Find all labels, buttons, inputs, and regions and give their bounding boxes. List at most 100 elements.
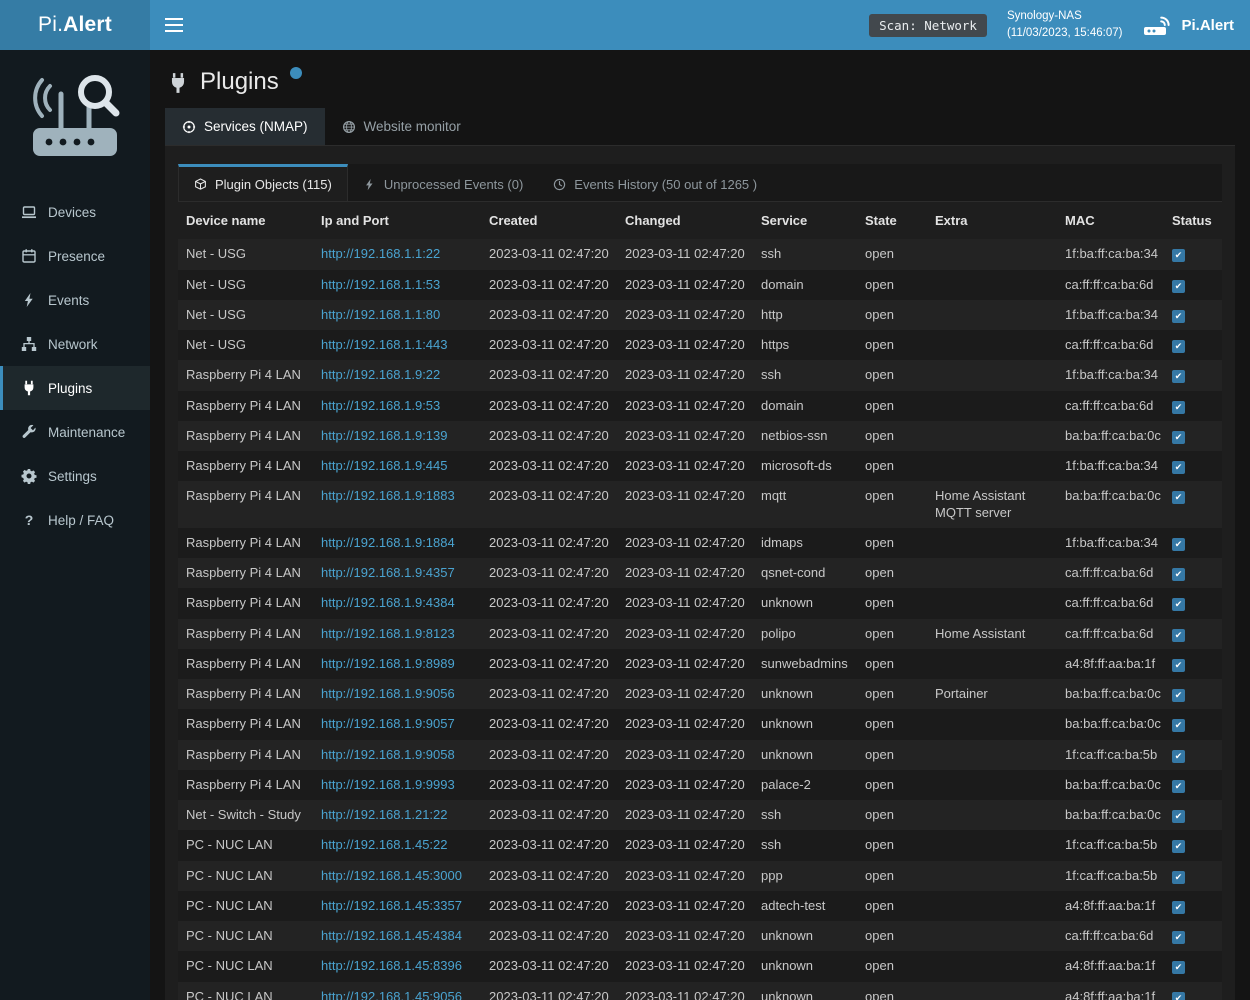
main-tabs: Services (NMAP) Website monitor	[165, 108, 1235, 146]
sidebar-toggle-button[interactable]	[150, 0, 198, 50]
ip-port-link[interactable]: http://192.168.1.9:445	[321, 458, 448, 473]
ip-port-link[interactable]: http://192.168.1.45:3000	[321, 868, 462, 883]
status-checkbox[interactable]: ✔	[1172, 491, 1185, 504]
sidebar-item-plugins[interactable]: Plugins	[0, 366, 150, 410]
cell-ip-port: http://192.168.1.9:22	[313, 360, 481, 390]
sidebar-item-network[interactable]: Network	[0, 322, 150, 366]
cell-device-name: Raspberry Pi 4 LAN	[178, 649, 313, 679]
status-checkbox[interactable]: ✔	[1172, 689, 1185, 702]
app-logo[interactable]: Pi.Alert	[0, 0, 150, 50]
ip-port-link[interactable]: http://192.168.1.9:1884	[321, 535, 455, 550]
sidebar: Devices Presence Events Network Plugins	[0, 50, 150, 1000]
ip-port-link[interactable]: http://192.168.1.9:9056	[321, 686, 455, 701]
ip-port-link[interactable]: http://192.168.1.1:443	[321, 337, 448, 352]
ip-port-link[interactable]: http://192.168.1.45:9056	[321, 989, 462, 1000]
status-checkbox[interactable]: ✔	[1172, 340, 1185, 353]
cell-changed: 2023-03-11 02:47:20	[617, 861, 753, 891]
status-checkbox[interactable]: ✔	[1172, 629, 1185, 642]
ip-port-link[interactable]: http://192.168.1.9:1883	[321, 488, 455, 503]
cell-created: 2023-03-11 02:47:20	[481, 709, 617, 739]
topbar-app-link[interactable]: Pi.Alert	[1142, 13, 1234, 37]
status-checkbox[interactable]: ✔	[1172, 280, 1185, 293]
status-checkbox[interactable]: ✔	[1172, 901, 1185, 914]
sidebar-item-label: Plugins	[48, 381, 92, 396]
status-checkbox[interactable]: ✔	[1172, 810, 1185, 823]
sidebar-item-help-faq[interactable]: ? Help / FAQ	[0, 498, 150, 542]
ip-port-link[interactable]: http://192.168.1.9:139	[321, 428, 448, 443]
network-icon	[20, 336, 38, 352]
ip-port-link[interactable]: http://192.168.1.9:9993	[321, 777, 455, 792]
cell-extra	[927, 649, 1057, 679]
status-checkbox[interactable]: ✔	[1172, 370, 1185, 383]
status-checkbox[interactable]: ✔	[1172, 780, 1185, 793]
status-checkbox[interactable]: ✔	[1172, 598, 1185, 611]
ip-port-link[interactable]: http://192.168.1.45:8396	[321, 958, 462, 973]
status-checkbox[interactable]: ✔	[1172, 249, 1185, 262]
status-checkbox[interactable]: ✔	[1172, 840, 1185, 853]
ip-port-link[interactable]: http://192.168.1.9:4357	[321, 565, 455, 580]
ip-port-link[interactable]: http://192.168.1.9:4384	[321, 595, 455, 610]
tab-services-nmap[interactable]: Services (NMAP)	[165, 108, 325, 145]
ip-port-link[interactable]: http://192.168.1.9:9058	[321, 747, 455, 762]
sidebar-item-maintenance[interactable]: Maintenance	[0, 410, 150, 454]
cell-state: open	[857, 588, 927, 618]
status-checkbox[interactable]: ✔	[1172, 871, 1185, 884]
title-help-badge[interactable]	[290, 67, 302, 79]
ip-port-link[interactable]: http://192.168.1.9:53	[321, 398, 440, 413]
main-area: Plugins Services (NMAP) Website monitor	[150, 0, 1250, 1000]
sidebar-item-settings[interactable]: Settings	[0, 454, 150, 498]
ip-port-link[interactable]: http://192.168.1.9:8989	[321, 656, 455, 671]
sidebar-item-presence[interactable]: Presence	[0, 234, 150, 278]
cell-state: open	[857, 649, 927, 679]
cell-service: adtech-test	[753, 891, 857, 921]
ip-port-link[interactable]: http://192.168.1.21:22	[321, 807, 448, 822]
status-checkbox[interactable]: ✔	[1172, 568, 1185, 581]
status-checkbox[interactable]: ✔	[1172, 401, 1185, 414]
tab-website-monitor[interactable]: Website monitor	[325, 108, 478, 145]
ip-port-link[interactable]: http://192.168.1.1:53	[321, 277, 440, 292]
status-checkbox[interactable]: ✔	[1172, 719, 1185, 732]
cell-created: 2023-03-11 02:47:20	[481, 830, 617, 860]
ip-port-link[interactable]: http://192.168.1.45:3357	[321, 898, 462, 913]
status-checkbox[interactable]: ✔	[1172, 992, 1185, 1000]
sidebar-item-events[interactable]: Events	[0, 278, 150, 322]
cell-service: sunwebadmins	[753, 649, 857, 679]
cell-status: ✔	[1164, 421, 1222, 451]
subtab-unprocessed-events[interactable]: Unprocessed Events (0)	[348, 164, 538, 201]
status-checkbox[interactable]: ✔	[1172, 310, 1185, 323]
status-checkbox[interactable]: ✔	[1172, 659, 1185, 672]
ip-port-link[interactable]: http://192.168.1.45:4384	[321, 928, 462, 943]
status-checkbox[interactable]: ✔	[1172, 961, 1185, 974]
subtab-plugin-objects[interactable]: Plugin Objects (115)	[178, 164, 348, 201]
check-icon: ✔	[1175, 493, 1183, 502]
cell-changed: 2023-03-11 02:47:20	[617, 982, 753, 1000]
sidebar-item-devices[interactable]: Devices	[0, 190, 150, 234]
ip-port-link[interactable]: http://192.168.1.45:22	[321, 837, 448, 852]
cell-changed: 2023-03-11 02:47:20	[617, 481, 753, 528]
cell-device-name: PC - NUC LAN	[178, 861, 313, 891]
ip-port-link[interactable]: http://192.168.1.9:9057	[321, 716, 455, 731]
ip-port-link[interactable]: http://192.168.1.1:22	[321, 246, 440, 261]
status-checkbox[interactable]: ✔	[1172, 538, 1185, 551]
ip-port-link[interactable]: http://192.168.1.9:8123	[321, 626, 455, 641]
cell-state: open	[857, 921, 927, 951]
cell-mac: ca:ff:ff:ca:ba:6d	[1057, 619, 1164, 649]
plug-title-icon	[167, 72, 189, 94]
cell-changed: 2023-03-11 02:47:20	[617, 588, 753, 618]
ip-port-link[interactable]: http://192.168.1.9:22	[321, 367, 440, 382]
status-checkbox[interactable]: ✔	[1172, 461, 1185, 474]
cell-extra: Home Assistant MQTT server	[927, 481, 1057, 528]
ip-port-link[interactable]: http://192.168.1.1:80	[321, 307, 440, 322]
cell-changed: 2023-03-11 02:47:20	[617, 239, 753, 269]
cell-service: domain	[753, 391, 857, 421]
status-checkbox[interactable]: ✔	[1172, 431, 1185, 444]
cell-created: 2023-03-11 02:47:20	[481, 330, 617, 360]
check-icon: ✔	[1175, 933, 1183, 942]
cell-mac: ba:ba:ff:ca:ba:0c	[1057, 709, 1164, 739]
subtab-events-history[interactable]: Events History (50 out of 1265 )	[538, 164, 772, 201]
cell-state: open	[857, 861, 927, 891]
status-checkbox[interactable]: ✔	[1172, 931, 1185, 944]
status-checkbox[interactable]: ✔	[1172, 750, 1185, 763]
cell-extra	[927, 300, 1057, 330]
check-icon: ✔	[1175, 631, 1183, 640]
